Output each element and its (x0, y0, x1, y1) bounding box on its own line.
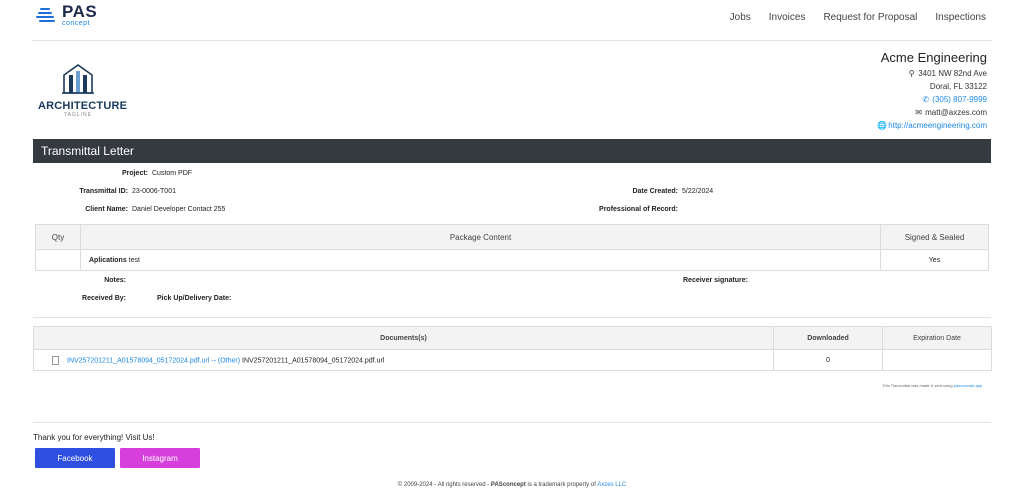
company-logo: ARCHITECTURE TAGLINE (38, 63, 128, 118)
company-email: matt@axzes.com (925, 108, 987, 117)
main-nav: Jobs Invoices Request for Proposal Inspe… (730, 12, 986, 23)
documents-table: Documents(s) Downloaded Expiration Date … (33, 326, 992, 371)
app-link[interactable]: pasconcept app (954, 383, 982, 388)
logo-text: PAS (62, 2, 98, 21)
envelope-icon: ✉ (915, 108, 922, 117)
company-website[interactable]: http://acmeengineering.com (888, 121, 987, 130)
company-name: Acme Engineering (880, 50, 987, 65)
globe-icon: 🌐 (877, 121, 888, 130)
company-address-line2: Doral, FL 33122 (929, 82, 987, 91)
package-table: Qty Package Content Signed & Sealed Apli… (35, 224, 989, 271)
pickup-delivery-date-label: Pick Up/Delivery Date: (157, 295, 232, 302)
transmittal-header: Transmittal Letter (33, 139, 991, 163)
receiver-signature-label: Receiver signature: (683, 277, 748, 284)
logo-mark-icon (36, 7, 58, 23)
client-name-value: Daniel Developer Contact 255 (132, 206, 226, 213)
document-link[interactable]: INV257201211_A01578094_05172024.pdf.url … (67, 357, 240, 364)
company-phone[interactable]: (305) 807-9999 (932, 95, 987, 104)
downloaded-count: 0 (773, 349, 883, 371)
client-name-label: Client Name: (85, 206, 128, 213)
thanks-text: Thank you for everything! Visit Us! (33, 433, 155, 442)
qty-cell (35, 249, 81, 271)
company-logo-tagline: TAGLINE (63, 112, 93, 118)
top-navbar: PAS concept Jobs Invoices Request for Pr… (0, 0, 1024, 40)
divider (33, 317, 991, 318)
signed-sealed-cell: Yes (880, 249, 989, 271)
professional-of-record-label: Professional of Record: (599, 206, 678, 213)
nav-request-for-proposal[interactable]: Request for Proposal (823, 12, 917, 23)
project-value: Custom PDF (152, 170, 193, 177)
column-header-signed-sealed: Signed & Sealed (880, 224, 989, 250)
app-note: This Transmittal was made & sent using p… (882, 383, 982, 388)
nav-invoices[interactable]: Invoices (769, 12, 806, 23)
transmittal-id-value: 23-0006-T001 (132, 188, 176, 195)
package-content-cell: Aplications test (80, 249, 881, 271)
copyright-footer: © 2009-2024 - All rights reserved - PASc… (397, 482, 627, 488)
facebook-button[interactable]: Facebook (35, 448, 115, 468)
table-row: INV257201211_A01578094_05172024.pdf.url … (33, 349, 992, 371)
column-header-downloaded: Downloaded (773, 326, 883, 350)
column-header-expiration-date: Expiration Date (882, 326, 992, 350)
notes-label: Notes: (104, 277, 126, 284)
transmittal-title: Transmittal Letter (41, 144, 134, 158)
date-created-value: 5/22/2024 (682, 188, 714, 195)
company-address-line1: 3401 NW 82nd Ave (918, 69, 987, 78)
column-header-documents: Documents(s) (33, 326, 774, 350)
map-pin-icon: ⚲ (908, 69, 915, 78)
project-label: Project: (121, 170, 148, 177)
phone-icon: ✆ (922, 95, 930, 104)
brand-name: PASconcept (490, 482, 526, 488)
column-header-qty: Qty (35, 224, 81, 250)
column-header-package-content: Package Content (80, 224, 881, 250)
table-row: Aplications test Yes (35, 249, 989, 271)
transmittal-id-label: Transmittal ID: (79, 188, 128, 195)
file-icon (52, 355, 59, 365)
divider (33, 422, 991, 423)
logo-subtext: concept (62, 20, 91, 27)
company-logo-word: ARCHITECTURE (38, 100, 128, 112)
nav-jobs[interactable]: Jobs (730, 12, 751, 23)
company-info: Acme Engineering ⚲ 3401 NW 82nd Ave Doral… (877, 50, 987, 132)
expiration-date-cell (882, 349, 992, 371)
received-by-label: Received By: (82, 295, 126, 302)
document-filename: INV257201211_A01578094_05172024.pdf.url (240, 356, 385, 364)
divider (32, 40, 992, 41)
instagram-button[interactable]: Instagram (120, 448, 200, 468)
pasconcept-logo[interactable]: PAS concept (36, 3, 97, 27)
company-link[interactable]: Axzes LLC (597, 482, 626, 488)
building-icon (62, 64, 94, 94)
nav-inspections[interactable]: Inspections (935, 12, 986, 23)
document-cell: INV257201211_A01578094_05172024.pdf.url … (33, 349, 774, 371)
date-created-label: Date Created: (632, 188, 678, 195)
